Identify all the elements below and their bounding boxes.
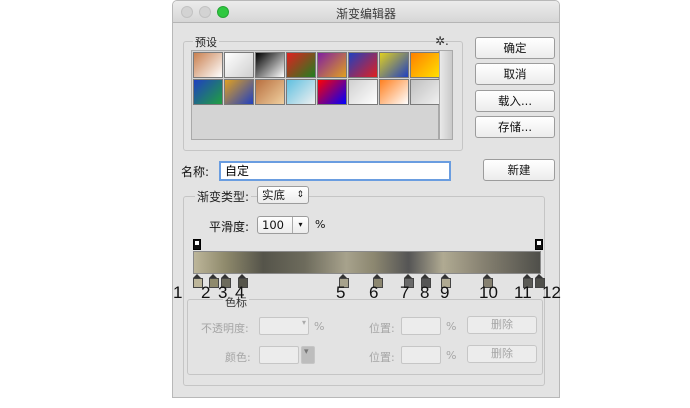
gradient-type-value: 实底	[262, 188, 285, 202]
presets-legend: 预设	[193, 34, 219, 50]
stop-number-label: 4	[235, 283, 245, 302]
stop-number-label: 9	[440, 283, 450, 302]
color-picker-toggle[interactable]: ▾	[301, 346, 315, 364]
gradient-preset-swatch[interactable]	[317, 79, 347, 105]
presets-list[interactable]	[191, 50, 440, 140]
smoothness-value: 100	[262, 218, 284, 232]
load-button[interactable]: 载入...	[475, 90, 555, 112]
gradient-preset-swatch[interactable]	[286, 79, 316, 105]
opacity-input[interactable]: ▾	[259, 317, 309, 335]
gradient-bar[interactable]	[193, 251, 541, 274]
opacity-location-unit: %	[446, 320, 457, 333]
color-location-unit: %	[446, 349, 457, 362]
stop-number-label: 12	[542, 283, 561, 302]
select-arrows-icon: ⇕	[296, 190, 304, 200]
smoothness-input[interactable]: 100 ▾	[257, 216, 309, 234]
color-swatch[interactable]	[259, 346, 299, 364]
opacity-stop-left[interactable]	[193, 239, 201, 250]
gradient-preset-swatch[interactable]	[255, 52, 285, 78]
presets-gear-icon[interactable]: ✲.	[435, 34, 449, 48]
delete-opacity-stop-button[interactable]: 删除	[467, 316, 537, 334]
stop-number-label: 2	[201, 283, 211, 302]
opacity-location-input[interactable]	[401, 317, 441, 335]
stop-number-label: 3	[218, 283, 228, 302]
new-button[interactable]: 新建	[483, 159, 555, 181]
smoothness-unit: %	[315, 218, 326, 231]
color-label: 颜色:	[225, 351, 251, 364]
stop-number-label: 8	[420, 283, 430, 302]
name-label: 名称:	[181, 165, 210, 179]
gradient-preset-swatch[interactable]	[193, 52, 223, 78]
gradient-preset-swatch[interactable]	[317, 52, 347, 78]
stop-number-label: 7	[400, 283, 410, 302]
save-button[interactable]: 存储...	[475, 116, 555, 138]
gradient-preset-swatch[interactable]	[193, 79, 223, 105]
gradient-preset-swatch[interactable]	[379, 79, 409, 105]
stop-number-label: 10	[479, 283, 498, 302]
gradient-preset-swatch[interactable]	[286, 52, 316, 78]
gradient-editor-window: 渐变编辑器 预设 ✲. 确定 取消 载入... 存储... 名称: 自定 新建 …	[172, 0, 560, 398]
delete-color-stop-button[interactable]: 删除	[467, 345, 537, 363]
name-input[interactable]: 自定	[219, 161, 451, 181]
gradient-preset-swatch[interactable]	[410, 52, 440, 78]
gradient-type-select[interactable]: 实底 ⇕	[257, 186, 309, 204]
gradient-preset-swatch[interactable]	[255, 79, 285, 105]
color-stop[interactable]	[193, 274, 203, 288]
window-title: 渐变编辑器	[335, 7, 396, 21]
gradient-preset-swatch[interactable]	[379, 52, 409, 78]
stop-number-label: 5	[336, 283, 346, 302]
opacity-unit: %	[314, 320, 325, 333]
chevron-down-icon: ▾	[292, 217, 308, 233]
gradient-type-label: 渐变类型:	[195, 188, 252, 205]
stop-number-label: 1	[173, 283, 183, 302]
title-bar: 渐变编辑器	[173, 1, 559, 23]
stop-number-label: 11	[514, 283, 532, 302]
opacity-stop-right[interactable]	[535, 239, 543, 250]
smoothness-label: 平滑度:	[209, 220, 250, 234]
chevron-down-icon: ▾	[301, 318, 306, 327]
cancel-button[interactable]: 取消	[475, 63, 555, 85]
gradient-preset-swatch[interactable]	[410, 79, 440, 105]
stop-number-label: 6	[369, 283, 379, 302]
color-location-label: 位置:	[369, 351, 395, 364]
gradient-preset-swatch[interactable]	[348, 52, 378, 78]
gradient-preset-swatch[interactable]	[348, 79, 378, 105]
color-location-input[interactable]	[401, 346, 441, 364]
ok-button[interactable]: 确定	[475, 37, 555, 59]
chevron-down-icon: ▾	[304, 347, 309, 357]
opacity-label: 不透明度:	[201, 322, 249, 335]
opacity-location-label: 位置:	[369, 322, 395, 335]
gradient-preset-swatch[interactable]	[224, 52, 254, 78]
gradient-preset-swatch[interactable]	[224, 79, 254, 105]
presets-scrollbar[interactable]	[439, 50, 453, 140]
